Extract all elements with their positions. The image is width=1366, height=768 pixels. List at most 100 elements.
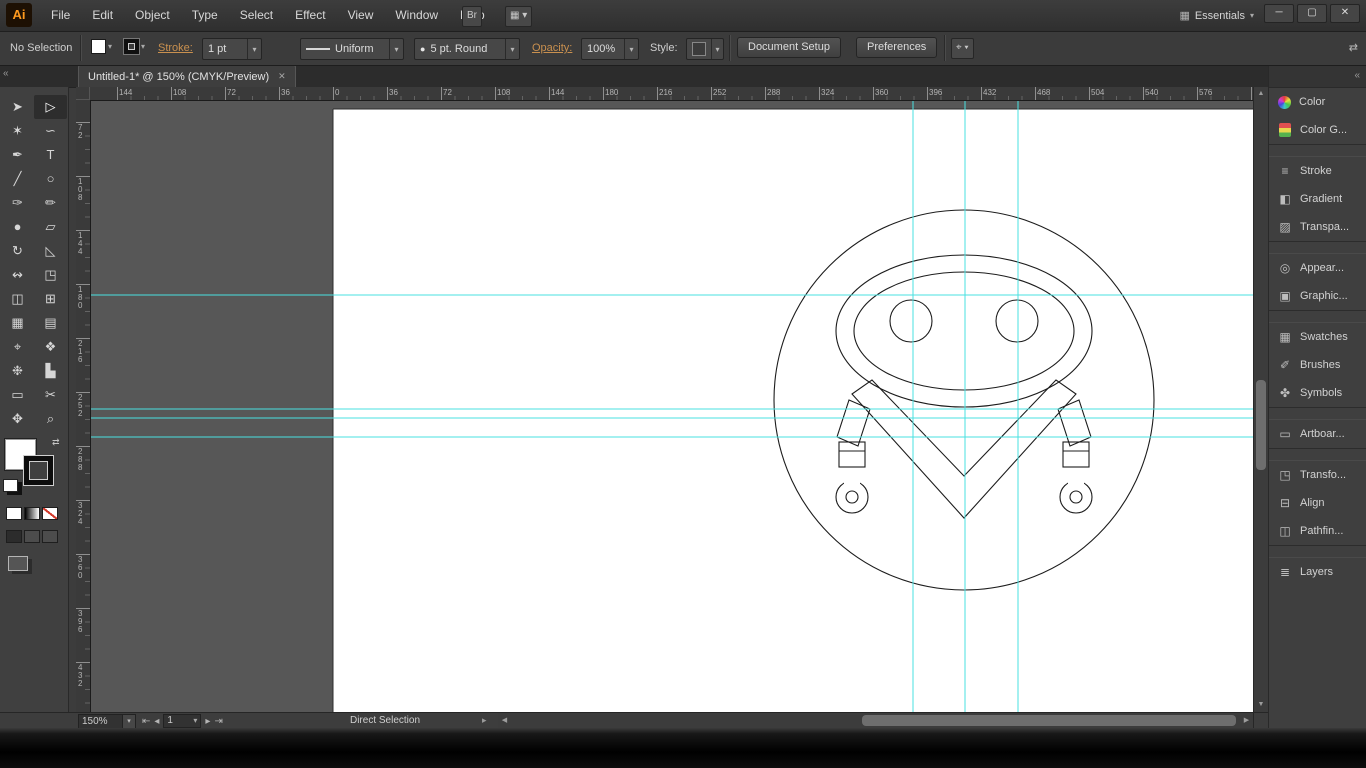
status-flyout-icon[interactable]: ▸	[482, 715, 487, 726]
horizontal-scroll-thumb[interactable]	[862, 715, 1236, 726]
previous-artboard-icon[interactable]: ◂	[154, 716, 159, 727]
close-button[interactable]: ✕	[1330, 4, 1360, 23]
selection-tool[interactable]: ➤	[1, 95, 34, 119]
rotate-tool[interactable]: ↻	[1, 239, 34, 263]
first-artboard-icon[interactable]: ⇤	[142, 716, 150, 727]
perspective-grid-tool[interactable]: ⊞	[34, 287, 67, 311]
ellipse-tool[interactable]: ○	[34, 167, 67, 191]
zoom-dropdown-icon[interactable]: ▾	[122, 714, 136, 729]
menu-window[interactable]: Window	[384, 0, 449, 31]
panel-appearance[interactable]: ◎ Appear...	[1269, 254, 1366, 282]
shape-builder-tool[interactable]: ◫	[1, 287, 34, 311]
scroll-up-icon[interactable]: ▲	[1254, 87, 1268, 100]
vertical-ruler[interactable]: 72 108 144 180 216 252 288 324 360 396 432	[76, 100, 91, 712]
draw-behind-button[interactable]	[24, 530, 40, 543]
go-to-bridge-icon[interactable]: Br	[462, 6, 482, 27]
panel-swatches[interactable]: ▦ Swatches	[1269, 323, 1366, 351]
workspace-switcher[interactable]: ▦ Essentials ▾	[1179, 6, 1254, 25]
gradient-tool[interactable]: ▤	[34, 311, 67, 335]
menu-edit[interactable]: Edit	[81, 0, 124, 31]
arrange-documents-icon[interactable]: ▦ ▾	[505, 6, 533, 27]
scroll-right-icon[interactable]: ▶	[1240, 714, 1253, 727]
menu-type[interactable]: Type	[181, 0, 229, 31]
variable-width-dropdown[interactable]: Uniform ▾	[300, 38, 404, 60]
restore-button[interactable]: ▢	[1297, 4, 1327, 23]
direct-selection-tool[interactable]: ▷	[34, 95, 67, 119]
panel-symbols[interactable]: ✤ Symbols	[1269, 379, 1366, 407]
menu-effect[interactable]: Effect	[284, 0, 336, 31]
opacity-panel-link[interactable]: Opacity:	[532, 38, 572, 58]
panel-stroke[interactable]: ≡ Stroke	[1269, 157, 1366, 185]
fill-color-dropdown[interactable]: ▾	[91, 39, 112, 54]
opacity-dropdown[interactable]: 100% ▾	[581, 38, 639, 60]
panel-color[interactable]: Color	[1269, 88, 1366, 116]
swap-fill-stroke-icon[interactable]: ⇄	[52, 437, 60, 448]
minimize-button[interactable]: ─	[1264, 4, 1294, 23]
panel-brushes[interactable]: ✐ Brushes	[1269, 351, 1366, 379]
toolbar-collapse-icon[interactable]: «	[3, 68, 9, 79]
gradient-mode-button[interactable]	[24, 507, 40, 520]
document-setup-button[interactable]: Document Setup	[737, 37, 841, 58]
paintbrush-tool[interactable]: ✑	[1, 191, 34, 215]
pen-tool[interactable]: ✒	[1, 143, 34, 167]
stroke-weight-dropdown[interactable]: 1 pt ▾	[202, 38, 262, 60]
stroke-panel-link[interactable]: Stroke:	[158, 38, 193, 58]
vertical-scroll-thumb[interactable]	[1256, 380, 1266, 470]
blob-brush-tool[interactable]: ●	[1, 215, 34, 239]
menu-select[interactable]: Select	[229, 0, 284, 31]
eraser-tool[interactable]: ▱	[34, 215, 67, 239]
column-graph-tool[interactable]: ▙	[34, 359, 67, 383]
line-segment-tool[interactable]: ╱	[1, 167, 34, 191]
none-mode-button[interactable]	[42, 507, 58, 520]
next-artboard-icon[interactable]: ▸	[205, 716, 210, 727]
graphic-style-dropdown[interactable]: ▾	[686, 38, 724, 60]
blend-tool[interactable]: ❖	[34, 335, 67, 359]
preferences-button[interactable]: Preferences	[856, 37, 938, 58]
ruler-origin-corner[interactable]	[76, 87, 90, 100]
stroke-color-dropdown[interactable]: ▾	[124, 39, 145, 54]
zoom-level-field[interactable]: 150%	[78, 714, 124, 729]
panel-layers[interactable]: ≣ Layers	[1269, 558, 1366, 586]
lasso-tool[interactable]: ∽	[34, 119, 67, 143]
panel-graphic-styles[interactable]: ▣ Graphic...	[1269, 282, 1366, 310]
menu-object[interactable]: Object	[124, 0, 181, 31]
width-tool[interactable]: ↭	[1, 263, 34, 287]
panel-artboards[interactable]: ▭ Artboar...	[1269, 420, 1366, 448]
eyedropper-tool[interactable]: ⌖	[1, 335, 34, 359]
panel-gradient[interactable]: ◧ Gradient	[1269, 185, 1366, 213]
panel-color-guide[interactable]: Color G...	[1269, 116, 1366, 144]
dock-expand-icon[interactable]: «	[1354, 70, 1360, 81]
brush-definition-dropdown[interactable]: ● 5 pt. Round ▾	[414, 38, 520, 60]
artboard[interactable]	[333, 109, 1253, 712]
slice-tool[interactable]: ✂	[34, 383, 67, 407]
draw-inside-button[interactable]	[42, 530, 58, 543]
stroke-color-swatch[interactable]	[24, 456, 53, 485]
panel-transparency[interactable]: ▨ Transpa...	[1269, 213, 1366, 241]
scroll-left-icon[interactable]: ◀	[498, 714, 511, 727]
magic-wand-tool[interactable]: ✶	[1, 119, 34, 143]
symbol-sprayer-tool[interactable]: ❉	[1, 359, 34, 383]
scale-tool[interactable]: ◺	[34, 239, 67, 263]
scroll-down-icon[interactable]: ▼	[1254, 698, 1268, 711]
zoom-tool[interactable]: ⌕	[34, 407, 67, 431]
last-artboard-icon[interactable]: ⇥	[214, 716, 222, 727]
color-mode-button[interactable]	[6, 507, 22, 520]
pencil-tool[interactable]: ✏	[34, 191, 67, 215]
horizontal-ruler[interactable]: 144 108 72 36 0 36 72 108 144 180 216 252 288 324 360 3…	[90, 87, 1253, 101]
hand-tool[interactable]: ✥	[1, 407, 34, 431]
default-fill-stroke-icon[interactable]	[3, 479, 18, 492]
artboard-tool[interactable]: ▭	[1, 383, 34, 407]
tab-close-icon[interactable]: ✕	[278, 71, 286, 82]
menu-file[interactable]: File	[40, 0, 81, 31]
control-panel-flyout-icon[interactable]: ⇄	[1349, 41, 1358, 54]
canvas[interactable]	[90, 100, 1253, 712]
menu-view[interactable]: View	[337, 0, 385, 31]
artboard-number-field[interactable]: 1 ▾	[163, 714, 202, 728]
draw-normal-button[interactable]	[6, 530, 22, 543]
free-transform-tool[interactable]: ◳	[34, 263, 67, 287]
type-tool[interactable]: T	[34, 143, 67, 167]
panel-align[interactable]: ⊟ Align	[1269, 489, 1366, 517]
horizontal-scrollbar[interactable]: ◀ ▶	[498, 713, 1253, 729]
select-similar-options-icon[interactable]: ⌖ ▾	[951, 38, 974, 59]
mesh-tool[interactable]: ▦	[1, 311, 34, 335]
